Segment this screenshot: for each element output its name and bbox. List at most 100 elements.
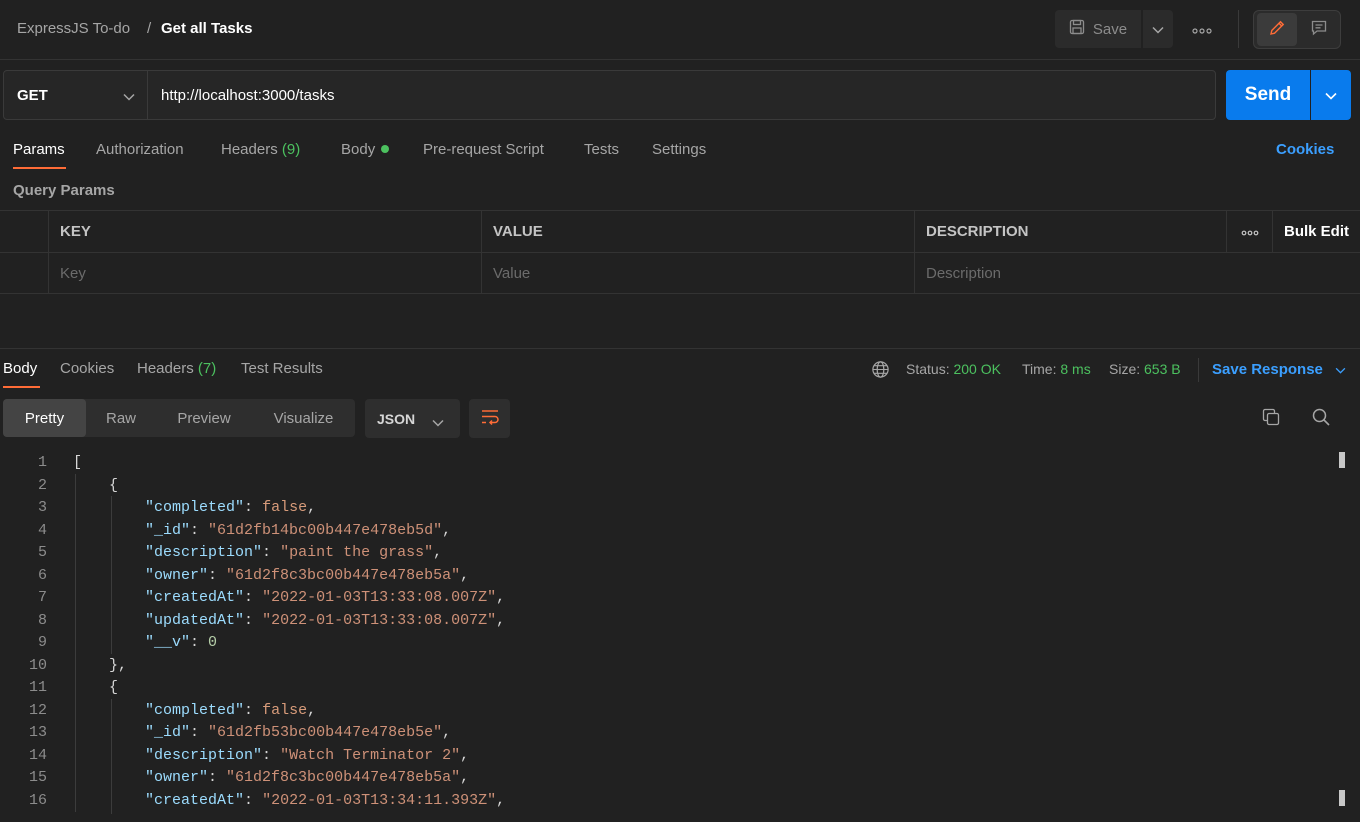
code-token: : [244, 791, 263, 809]
response-time[interactable]: Time: 8 ms [1022, 361, 1091, 377]
response-tab-body[interactable]: Body [3, 360, 37, 377]
param-description-input[interactable]: Description [914, 253, 1360, 294]
chevron-down-icon [1152, 21, 1164, 38]
tab-headers[interactable]: Headers (9) [221, 141, 300, 158]
save-options-button[interactable] [1143, 10, 1173, 48]
code-token: , [460, 746, 470, 764]
tab-settings[interactable]: Settings [652, 141, 706, 158]
code-token: "_id" [145, 521, 191, 539]
code-token: 0 [208, 634, 218, 651]
response-size[interactable]: Size: 653 B [1109, 361, 1181, 377]
code-token: , [442, 521, 452, 539]
view-tab-pretty[interactable]: Pretty [3, 399, 86, 437]
chevron-down-icon [1335, 361, 1346, 378]
code-text: "__v": 0 [73, 632, 217, 654]
breadcrumb-request-name[interactable]: Get all Tasks [161, 20, 252, 37]
response-tab-test-results[interactable]: Test Results [241, 360, 323, 377]
code-token: "2022-01-03T13:33:08.007Z" [262, 611, 497, 629]
tab-authorization[interactable]: Authorization [96, 141, 184, 158]
response-body-code[interactable]: 1 [2 {3 "completed": false, 4 "_id": "61d2… [0, 452, 1335, 814]
search-icon [1311, 407, 1331, 431]
chevron-down-icon [432, 414, 444, 430]
time-value: 8 ms [1060, 361, 1091, 377]
tab-params[interactable]: Params [13, 141, 65, 158]
code-token: , [496, 611, 506, 629]
table-more-button[interactable] [1226, 211, 1272, 252]
bulk-edit-button[interactable]: Bulk Edit [1272, 211, 1360, 252]
code-token: "2022-01-03T13:33:08.007Z" [262, 589, 497, 606]
format-select[interactable]: JSON [365, 399, 460, 438]
save-response-button[interactable]: Save Response [1212, 361, 1346, 378]
line-number: 15 [28, 769, 47, 786]
code-token: "61d2f8c3bc00b447e478eb5a" [226, 769, 461, 786]
globe-icon[interactable] [871, 360, 890, 383]
code-token: "createdAt" [145, 589, 245, 606]
tab-body[interactable]: Body [341, 141, 390, 158]
save-group: Save [1055, 10, 1173, 48]
code-scrollbar[interactable] [1337, 452, 1347, 814]
code-text: "_id": "61d2fb53bc00b447e478eb5e", [73, 722, 451, 744]
code-token: , [496, 791, 506, 809]
param-key-input[interactable]: Key [48, 253, 481, 294]
line-number: 16 [28, 791, 47, 809]
scrollbar-thumb-top[interactable] [1339, 452, 1345, 468]
view-tab-raw[interactable]: Raw [86, 399, 156, 437]
pencil-icon [1268, 19, 1286, 41]
response-tab-headers-label: Headers [137, 360, 194, 377]
param-value-input[interactable]: Value [481, 253, 914, 294]
chevron-down-icon [123, 88, 135, 105]
scrollbar-thumb-bottom[interactable] [1339, 790, 1345, 806]
wrap-lines-button[interactable] [469, 399, 510, 438]
code-token: false [262, 499, 308, 516]
cookies-link[interactable]: Cookies [1276, 141, 1334, 158]
view-tab-preview[interactable]: Preview [156, 399, 252, 437]
line-number: 5 [37, 544, 47, 561]
size-label: Size: [1109, 361, 1141, 377]
more-horizontal-icon [1241, 223, 1259, 240]
response-divider[interactable] [0, 348, 1360, 349]
send-button[interactable]: Send [1226, 70, 1310, 120]
tab-prerequest-script[interactable]: Pre-request Script [423, 141, 544, 158]
query-params-table: KEY VALUE DESCRIPTION Bulk Edit Key Valu… [0, 210, 1360, 294]
code-text: }, [73, 655, 127, 677]
method-select[interactable]: GET [3, 70, 148, 120]
url-input[interactable]: http://localhost:3000/tasks [147, 70, 1216, 120]
edit-mode-button[interactable] [1257, 13, 1297, 46]
response-status[interactable]: Status: 200 OK [906, 361, 1001, 377]
response-tab-headers[interactable]: Headers (7) [137, 360, 216, 377]
code-text: "_id": "61d2fb14bc00b447e478eb5d", [73, 520, 451, 542]
code-token: "_id" [145, 724, 191, 741]
query-params-title: Query Params [13, 182, 115, 199]
tab-tests[interactable]: Tests [584, 141, 619, 158]
view-tab-visualize[interactable]: Visualize [252, 399, 355, 437]
code-text: "createdAt": "2022-01-03T13:33:08.007Z", [73, 587, 505, 609]
copy-button[interactable] [1258, 406, 1284, 432]
search-button[interactable] [1308, 406, 1334, 432]
tab-body-label: Body [341, 141, 376, 158]
code-token: { [73, 476, 119, 494]
code-token: "createdAt" [145, 791, 245, 809]
save-button[interactable]: Save [1055, 10, 1141, 48]
code-token: "owner" [145, 769, 209, 786]
line-number: 3 [37, 499, 47, 516]
active-tab-indicator [13, 167, 66, 169]
response-view-tabs: Pretty Raw Preview Visualize [3, 399, 355, 437]
code-token: , [496, 589, 506, 606]
documentation-mode-button[interactable] [1299, 13, 1339, 46]
header-divider [1238, 10, 1239, 48]
size-value: 653 B [1144, 361, 1181, 377]
code-token: : [262, 746, 281, 764]
code-token: "61d2fb53bc00b447e478eb5e" [208, 724, 443, 741]
code-token: , [433, 544, 443, 561]
more-actions-button[interactable] [1186, 18, 1218, 40]
save-response-label: Save Response [1212, 361, 1323, 378]
send-options-button[interactable] [1311, 70, 1351, 120]
breadcrumb-collection[interactable]: ExpressJS To-do [17, 20, 130, 37]
response-tab-cookies[interactable]: Cookies [60, 360, 114, 377]
